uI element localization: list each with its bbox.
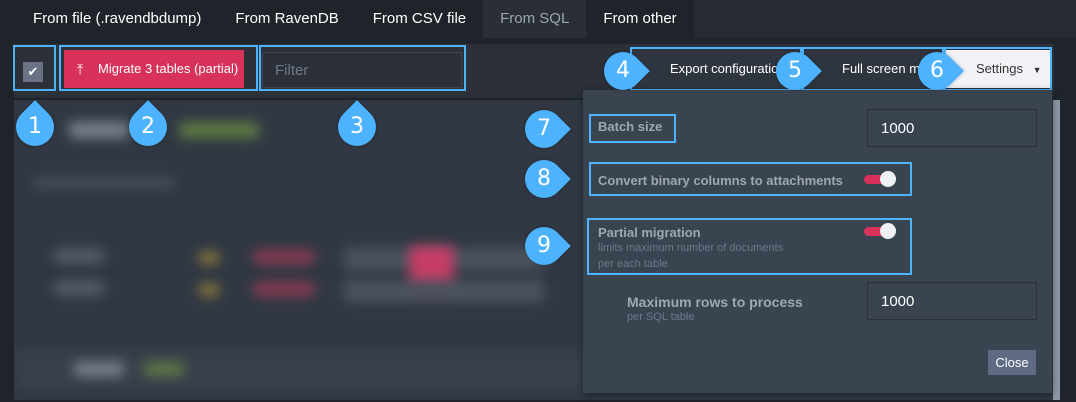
- tab-from-file[interactable]: From file (.ravendbdump): [0, 0, 218, 38]
- highlight-box: [589, 162, 912, 196]
- scrollbar[interactable]: [1053, 100, 1060, 400]
- marker-4: 4: [596, 44, 650, 98]
- tab-from-other[interactable]: From other: [586, 0, 693, 38]
- blurred-text: [54, 250, 104, 262]
- highlight-box: [13, 45, 56, 91]
- marker-6: 6: [910, 44, 964, 98]
- marker-7: 7: [517, 102, 571, 156]
- marker-3: 3: [330, 100, 384, 154]
- highlight-box: [59, 45, 258, 91]
- blurred-text: [74, 362, 124, 376]
- blurred-icon: [199, 252, 219, 264]
- max-rows-sub: per SQL table: [627, 311, 695, 323]
- blurred-row: [344, 280, 544, 302]
- highlight-box: [259, 45, 466, 91]
- marker-1: 1: [8, 100, 62, 154]
- batch-size-input[interactable]: [867, 109, 1037, 147]
- blurred-text: [254, 250, 314, 264]
- blurred-text: [254, 282, 314, 296]
- marker-8: 8: [517, 152, 571, 206]
- tab-from-ravendb[interactable]: From RavenDB: [218, 0, 355, 38]
- blurred-icon: [199, 284, 219, 296]
- import-tabs: From file (.ravendbdump) From RavenDB Fr…: [0, 0, 1076, 38]
- blurred-badge: [144, 362, 184, 376]
- marker-2: 2: [121, 100, 175, 154]
- blurred-text: [69, 122, 129, 138]
- marker-5: 5: [768, 44, 822, 98]
- tab-from-csv[interactable]: From CSV file: [356, 0, 483, 38]
- tabs-spacer: [693, 0, 1076, 38]
- tab-from-sql[interactable]: From SQL: [483, 0, 587, 38]
- highlight-box: [587, 218, 912, 275]
- marker-9: 9: [517, 219, 571, 273]
- close-button[interactable]: Close: [988, 350, 1036, 375]
- blurred-text: [34, 178, 174, 188]
- max-rows-label: Maximum rows to process: [627, 294, 803, 310]
- blurred-text: [54, 282, 104, 294]
- max-rows-input[interactable]: [867, 282, 1037, 320]
- highlight-box: [589, 114, 676, 143]
- blurred-badge: [179, 122, 259, 138]
